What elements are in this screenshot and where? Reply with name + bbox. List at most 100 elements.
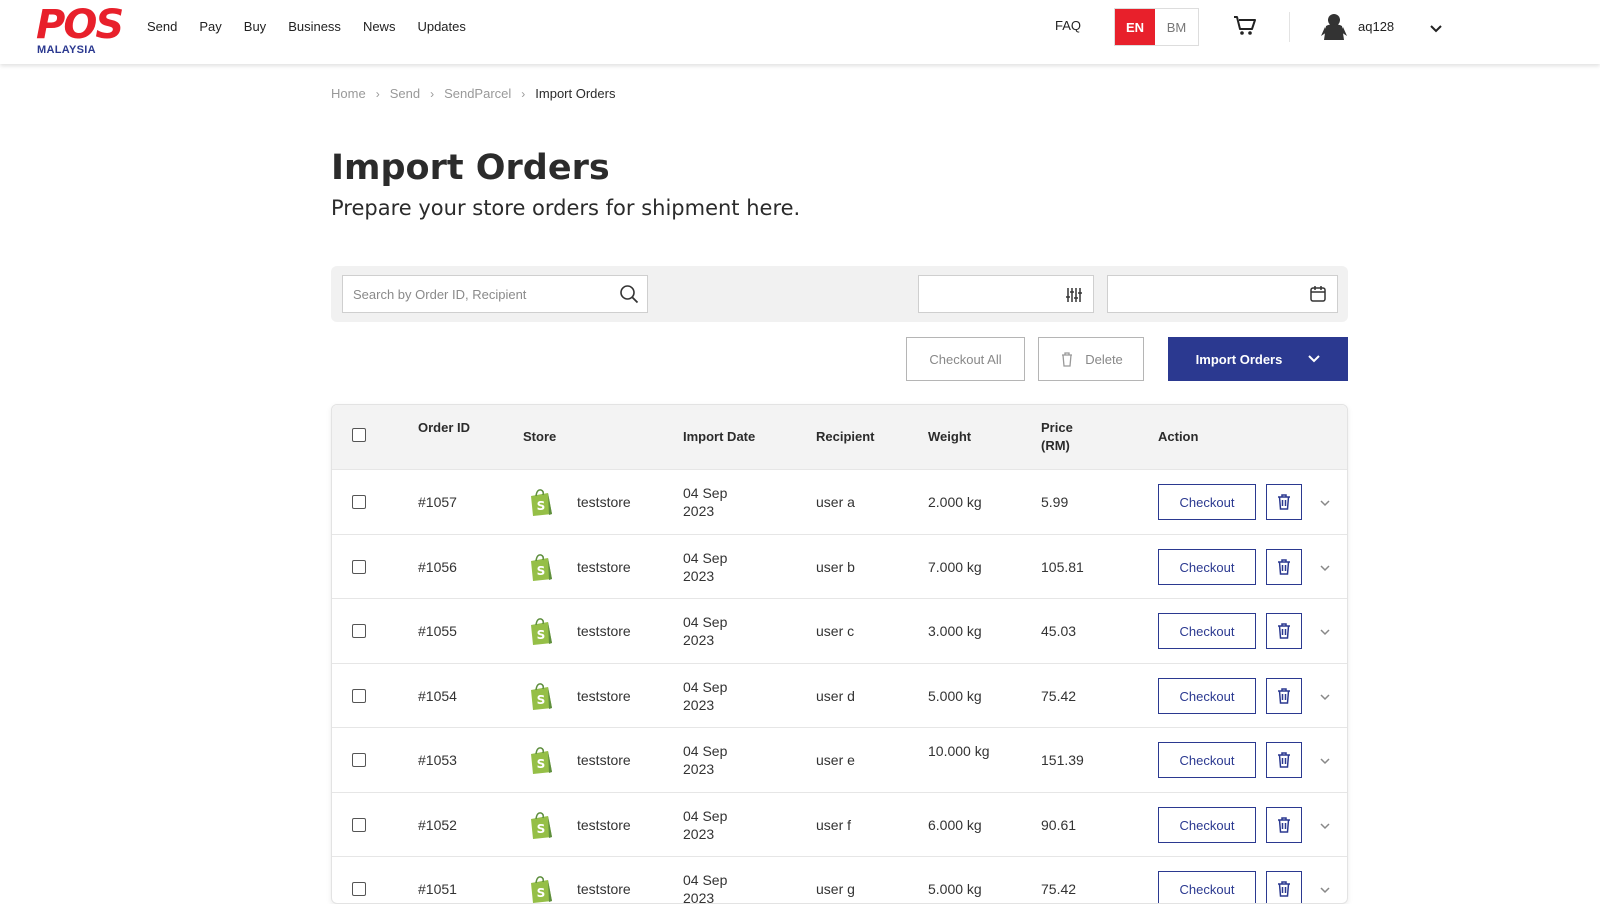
- cell-import-date-day: 04 Sep: [683, 679, 728, 695]
- svg-text:S: S: [537, 757, 546, 771]
- breadcrumb-separator-icon: ›: [521, 86, 526, 101]
- nav-item-news[interactable]: News: [363, 18, 396, 36]
- nav-item-pay[interactable]: Pay: [199, 18, 221, 36]
- cell-store: teststore: [577, 752, 631, 768]
- chevron-down-icon[interactable]: [1430, 21, 1442, 33]
- cell-price: 75.42: [1041, 688, 1077, 704]
- checkout-button[interactable]: Checkout: [1158, 484, 1256, 520]
- delete-row-button[interactable]: [1266, 678, 1302, 714]
- checkout-button[interactable]: Checkout: [1158, 871, 1256, 903]
- cell-store: teststore: [577, 688, 631, 704]
- delete-row-button[interactable]: [1266, 871, 1302, 903]
- chevron-down-icon[interactable]: [1319, 757, 1331, 765]
- trash-icon: [1062, 352, 1073, 367]
- shopify-bag-icon: S: [531, 489, 552, 516]
- cell-recipient: user g: [816, 881, 855, 897]
- cell-order-id: #1052: [418, 817, 457, 833]
- chevron-down-icon[interactable]: [1319, 693, 1331, 701]
- breadcrumb: Home › Send › SendParcel › Import Orders: [331, 86, 615, 101]
- chevron-down-icon[interactable]: [1319, 628, 1331, 636]
- row-checkbox[interactable]: [352, 753, 366, 767]
- breadcrumb-send[interactable]: Send: [390, 86, 420, 101]
- nav-item-business[interactable]: Business: [288, 18, 341, 36]
- cell-order-id: #1057: [418, 494, 457, 510]
- cell-store: teststore: [577, 881, 631, 897]
- row-checkbox[interactable]: [352, 560, 366, 574]
- svg-text:S: S: [537, 693, 546, 707]
- cell-import-date-year: 2023: [683, 503, 715, 519]
- nav-item-updates[interactable]: Updates: [417, 18, 465, 36]
- row-checkbox[interactable]: [352, 818, 366, 832]
- svg-text:S: S: [537, 564, 546, 578]
- checkout-button[interactable]: Checkout: [1158, 613, 1256, 649]
- delete-row-button[interactable]: [1266, 484, 1302, 520]
- trash-icon: [1278, 752, 1290, 768]
- cell-recipient: user e: [816, 752, 855, 768]
- trash-icon: [1278, 688, 1290, 704]
- delete-row-button[interactable]: [1266, 613, 1302, 649]
- cell-import-date-day: 04 Sep: [683, 872, 728, 888]
- import-orders-button[interactable]: Import Orders: [1168, 337, 1348, 381]
- search-icon[interactable]: [619, 284, 639, 304]
- lang-bm-button[interactable]: BM: [1155, 9, 1198, 45]
- cell-price: 45.03: [1041, 623, 1077, 639]
- delete-row-button[interactable]: [1266, 742, 1302, 778]
- checkout-button[interactable]: Checkout: [1158, 678, 1256, 714]
- cell-price: 75.42: [1041, 881, 1077, 897]
- trash-icon: [1278, 881, 1290, 897]
- row-checkbox[interactable]: [352, 689, 366, 703]
- table-row: #1053 S teststore 04 Sep 2023 user e 10.…: [332, 727, 1347, 791]
- trash-icon: [1278, 494, 1290, 510]
- cell-recipient: user b: [816, 559, 855, 575]
- chevron-down-icon[interactable]: [1319, 564, 1331, 572]
- row-checkbox[interactable]: [352, 882, 366, 896]
- username-label[interactable]: aq128: [1358, 19, 1394, 34]
- cell-weight: 6.000 kg: [928, 817, 982, 833]
- svg-text:S: S: [537, 822, 546, 836]
- delete-row-button[interactable]: [1266, 807, 1302, 843]
- cell-weight: 3.000 kg: [928, 623, 982, 639]
- cart-icon[interactable]: [1233, 15, 1257, 37]
- filter-dropdown[interactable]: [918, 275, 1094, 313]
- chevron-down-icon[interactable]: [1319, 499, 1331, 507]
- breadcrumb-sendparcel[interactable]: SendParcel: [444, 86, 511, 101]
- cell-order-id: #1053: [418, 752, 457, 768]
- chevron-down-icon[interactable]: [1319, 886, 1331, 894]
- chevron-down-icon[interactable]: [1319, 822, 1331, 830]
- svg-text:S: S: [537, 628, 546, 642]
- faq-link[interactable]: FAQ: [1055, 18, 1081, 33]
- delete-button-label: Delete: [1085, 351, 1123, 367]
- cell-price: 90.61: [1041, 817, 1077, 833]
- search-input[interactable]: [353, 276, 613, 312]
- select-all-checkbox[interactable]: [352, 428, 366, 442]
- sliders-icon: [1065, 286, 1083, 304]
- breadcrumb-home[interactable]: Home: [331, 86, 366, 101]
- checkout-all-button[interactable]: Checkout All: [906, 337, 1025, 381]
- shopify-bag-icon: S: [531, 554, 552, 581]
- checkout-button[interactable]: Checkout: [1158, 742, 1256, 778]
- cell-weight: 7.000 kg: [928, 559, 982, 575]
- cell-weight: 2.000 kg: [928, 494, 982, 510]
- checkout-button[interactable]: Checkout: [1158, 807, 1256, 843]
- cell-import-date-day: 04 Sep: [683, 614, 728, 630]
- checkout-button[interactable]: Checkout: [1158, 549, 1256, 585]
- main-nav: Send Pay Buy Business News Updates: [147, 18, 488, 36]
- date-picker[interactable]: [1107, 275, 1338, 313]
- delete-row-button[interactable]: [1266, 549, 1302, 585]
- cell-store: teststore: [577, 623, 631, 639]
- row-checkbox[interactable]: [352, 624, 366, 638]
- shopify-bag-icon: S: [531, 747, 552, 774]
- header-price: Price (RM): [1041, 420, 1073, 453]
- nav-item-buy[interactable]: Buy: [244, 18, 266, 36]
- header-action: Action: [1158, 429, 1199, 444]
- shopify-bag-icon: S: [531, 683, 552, 710]
- cell-order-id: #1056: [418, 559, 457, 575]
- page-title: Import Orders: [331, 148, 610, 188]
- delete-button[interactable]: Delete: [1038, 337, 1144, 381]
- pos-malaysia-logo[interactable]: POS MALAYSIA: [36, 4, 126, 58]
- row-checkbox[interactable]: [352, 495, 366, 509]
- user-avatar[interactable]: [1320, 12, 1348, 42]
- table-row: #1055 S teststore 04 Sep 2023 user c 3.0…: [332, 598, 1347, 662]
- lang-en-button[interactable]: EN: [1115, 9, 1155, 45]
- nav-item-send[interactable]: Send: [147, 18, 177, 36]
